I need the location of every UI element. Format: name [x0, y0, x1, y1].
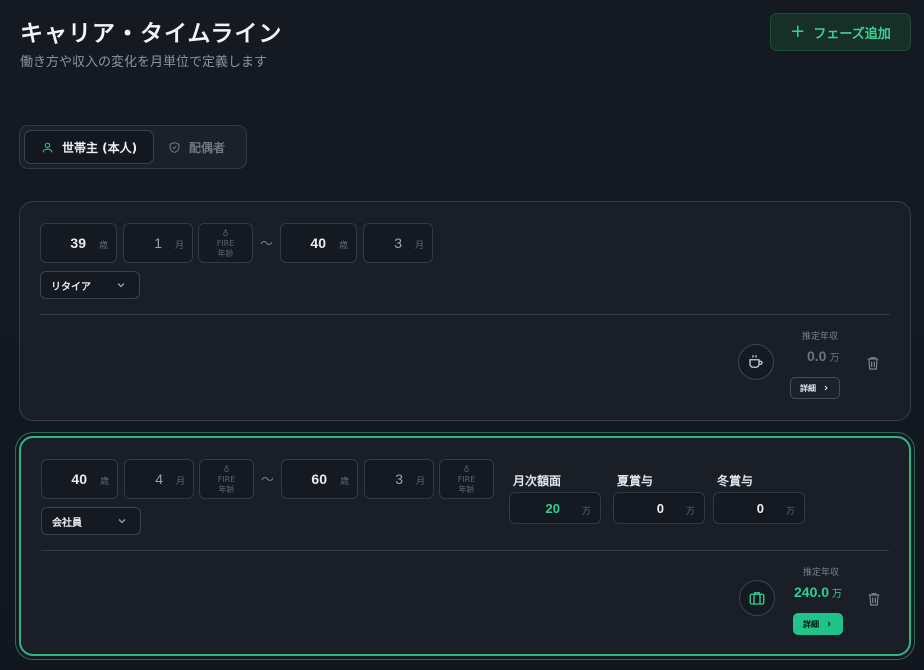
flame-icon: ♁ — [463, 465, 470, 474]
start-age-value: 39 — [70, 235, 86, 251]
tab-householder-label: 世帯主 (本人) — [62, 140, 138, 155]
age-unit: 歳 — [99, 477, 109, 487]
start-month-value: 1 — [154, 235, 162, 251]
add-phase-label: フェーズ追加 — [813, 26, 891, 42]
work-type-value: 会社員 — [52, 517, 82, 529]
work-type-value: リタイア — [51, 281, 91, 293]
detail-button[interactable]: 詳細 — [793, 613, 843, 635]
end-month-value: 3 — [395, 471, 403, 487]
estimated-income-label: 推定年収 — [803, 568, 840, 578]
end-age-input[interactable]: 40 歳 — [280, 223, 357, 263]
man-unit: 万 — [581, 507, 591, 517]
add-phase-button[interactable]: + フェーズ追加 — [770, 13, 911, 51]
month-unit: 月 — [415, 477, 425, 487]
range-separator: ～ — [260, 237, 274, 252]
tab-spouse[interactable]: 配偶者 — [166, 130, 242, 164]
month-unit: 月 — [414, 241, 424, 251]
winter-bonus-value: 0 — [756, 501, 764, 516]
range-separator: ～ — [261, 473, 275, 488]
winter-bonus-input[interactable]: 0 万 — [713, 492, 805, 524]
end-age-input[interactable]: 60 歳 — [281, 459, 358, 499]
monthly-salary-value: 20 — [545, 501, 560, 516]
end-month-input[interactable]: 3 月 — [364, 459, 434, 499]
fire-label-line1: FIRE — [216, 239, 235, 248]
fire-age-end-button[interactable]: ♁ FIRE 年齢 — [439, 459, 494, 499]
age-unit: 歳 — [338, 241, 348, 251]
end-age-value: 60 — [311, 471, 327, 487]
fire-label: ♁ FIRE 年齢 — [199, 229, 252, 259]
phase-card-employee: 40 歳 4 月 ♁ FIRE 年齢 ～ 60 歳 3 月 ♁ FIRE 年齢 … — [19, 436, 911, 656]
fire-label-line2: 年齢 — [217, 249, 234, 258]
chevron-down-icon — [118, 519, 126, 524]
start-age-value: 40 — [71, 471, 87, 487]
work-type-select[interactable]: リタイア — [40, 271, 140, 299]
fire-age-start-button[interactable]: ♁ FIRE 年齢 — [199, 459, 254, 499]
fire-label-line2: 年齢 — [218, 485, 235, 494]
briefcase-icon — [739, 580, 775, 616]
detail-button[interactable]: 詳細 — [790, 377, 840, 399]
divider — [41, 550, 889, 551]
fire-label-line2: 年齢 — [458, 485, 475, 494]
end-age-value: 40 — [310, 235, 326, 251]
end-month-value: 3 — [394, 235, 402, 251]
start-month-input[interactable]: 4 月 — [124, 459, 194, 499]
income-value: 240.0 — [794, 584, 830, 600]
income-value: 0.0 — [807, 348, 827, 364]
trash-icon[interactable] — [865, 354, 881, 372]
summer-bonus-value: 0 — [656, 501, 664, 516]
start-age-input[interactable]: 39 歳 — [40, 223, 117, 263]
phase-card-retire: 39 歳 1 月 ♁ FIRE 年齢 ～ 40 歳 3 月 リタイア 推定年収 … — [19, 201, 911, 421]
plus-icon: + — [790, 21, 806, 42]
estimated-income: 240.0 万 — [794, 584, 842, 600]
summer-bonus-label: 夏賞与 — [617, 474, 654, 488]
estimated-income: 0.0 万 — [807, 348, 839, 364]
age-unit: 歳 — [98, 241, 108, 251]
income-unit: 万 — [829, 353, 840, 364]
tab-spouse-label: 配偶者 — [189, 140, 226, 155]
man-unit: 万 — [785, 507, 795, 517]
man-unit: 万 — [685, 507, 695, 517]
divider — [40, 314, 890, 315]
income-unit: 万 — [832, 589, 843, 600]
user-icon — [42, 142, 53, 152]
shield-icon — [169, 141, 180, 153]
estimated-income-label: 推定年収 — [802, 332, 839, 342]
person-switcher: 世帯主 (本人) 配偶者 — [19, 125, 247, 169]
fire-age-start-button[interactable]: ♁ FIRE 年齢 — [198, 223, 253, 263]
month-unit: 月 — [175, 477, 185, 487]
work-type-select[interactable]: 会社員 — [41, 507, 141, 535]
chevron-down-icon — [117, 283, 125, 288]
winter-bonus-label: 冬賞与 — [717, 474, 754, 488]
flame-icon: ♁ — [223, 465, 230, 474]
chevron-right-icon — [827, 621, 831, 627]
month-unit: 月 — [174, 241, 184, 251]
end-month-input[interactable]: 3 月 — [363, 223, 433, 263]
tab-householder[interactable]: 世帯主 (本人) — [24, 130, 154, 164]
page-title: キャリア・タイムライン — [20, 21, 283, 47]
age-unit: 歳 — [339, 477, 349, 487]
fire-label: ♁ FIRE 年齢 — [200, 465, 253, 495]
start-month-input[interactable]: 1 月 — [123, 223, 193, 263]
chevron-right-icon — [824, 385, 828, 391]
monthly-salary-input[interactable]: 20 万 — [509, 492, 601, 524]
start-age-input[interactable]: 40 歳 — [41, 459, 118, 499]
start-month-value: 4 — [155, 471, 163, 487]
trash-icon[interactable] — [866, 590, 882, 608]
monthly-salary-label: 月次額面 — [513, 474, 562, 488]
summer-bonus-input[interactable]: 0 万 — [613, 492, 705, 524]
fire-label-line1: FIRE — [217, 475, 236, 484]
coffee-icon — [738, 344, 774, 380]
fire-label: ♁ FIRE 年齢 — [440, 465, 493, 495]
detail-label: 詳細 — [800, 383, 816, 393]
detail-label: 詳細 — [803, 619, 819, 629]
flame-icon: ♁ — [222, 229, 229, 238]
fire-label-line1: FIRE — [457, 475, 476, 484]
page-subtitle: 働き方や収入の変化を月単位で定義します — [20, 55, 268, 70]
